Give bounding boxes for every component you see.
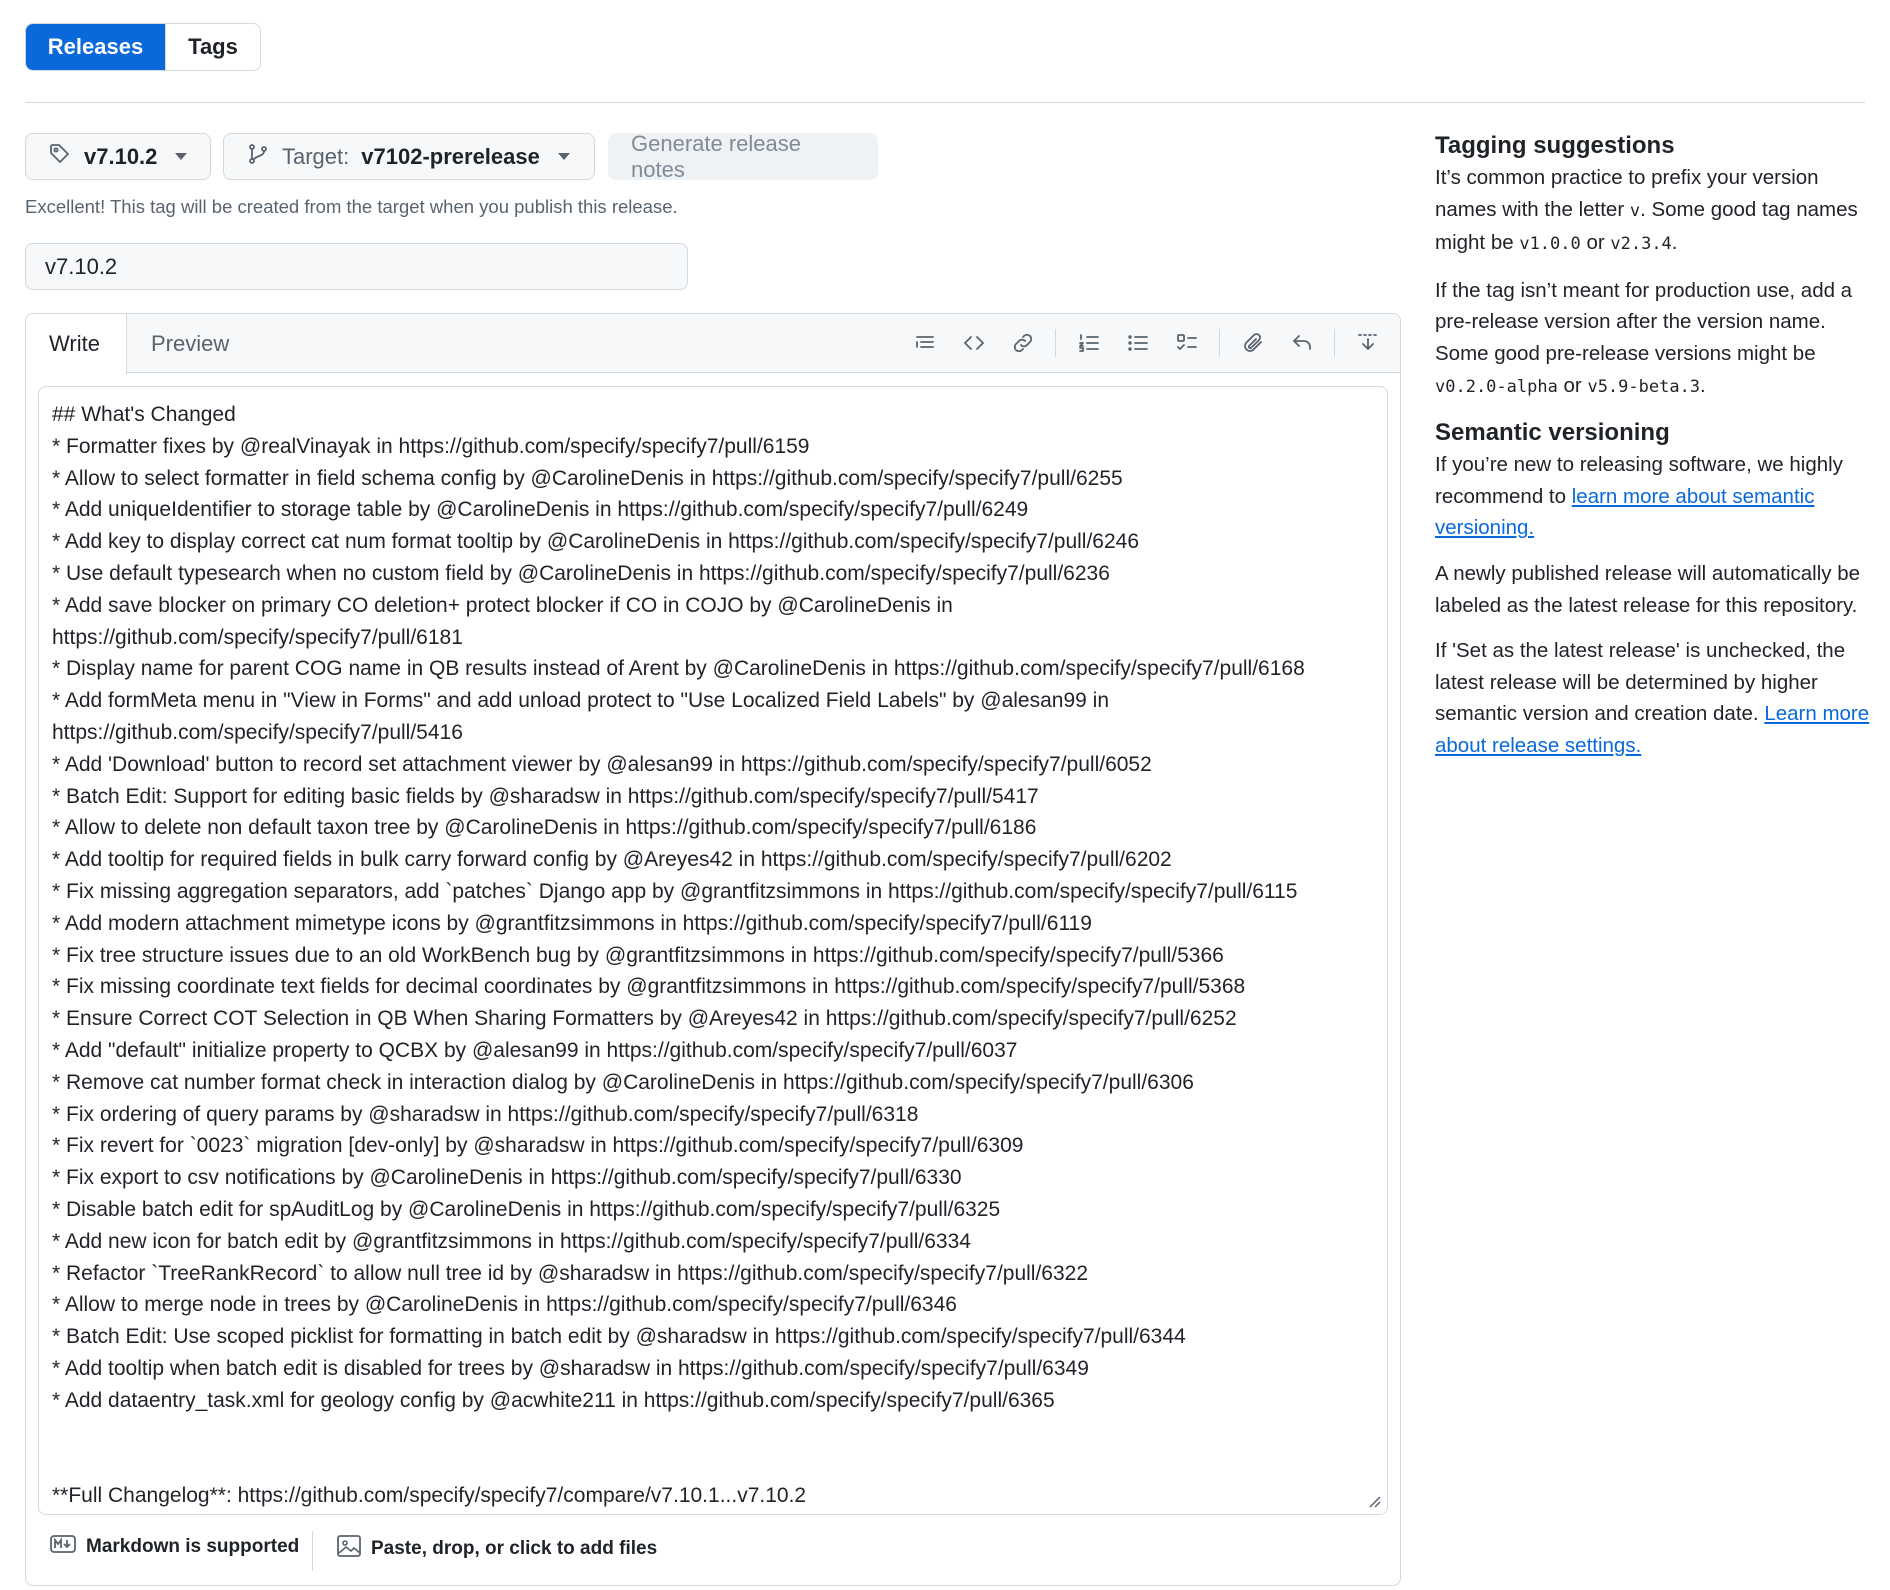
markdown-icon xyxy=(50,1535,76,1559)
release-notes-line: https://github.com/specify/specify7/pull… xyxy=(52,625,463,649)
target-prefix: Target: xyxy=(282,143,350,169)
branch-icon xyxy=(246,142,270,172)
release-notes-editor: Write Preview ## What's Changed * Formatt… xyxy=(25,313,1401,1586)
tagging-paragraph-1: It’s common practice to prefix your vers… xyxy=(1435,166,1858,255)
release-notes-line: * Batch Edit: Use scoped picklist for fo… xyxy=(52,1325,1186,1349)
markdown-supported-link[interactable]: Markdown is supported xyxy=(50,1535,299,1559)
target-select-button[interactable]: Target: v7102-prerelease xyxy=(223,133,595,180)
release-notes-line: https://github.com/specify/specify7/pull… xyxy=(52,720,463,744)
markdown-toolbar xyxy=(892,328,1384,358)
release-notes-line: * Disable batch edit for spAuditLog by @… xyxy=(52,1197,1001,1221)
release-notes-line: * Fix missing coordinate text fields for… xyxy=(52,975,1246,999)
tag-icon xyxy=(48,142,72,172)
release-notes-line: * Refactor `TreeRankRecord` to allow nul… xyxy=(52,1261,1089,1285)
header-divider xyxy=(25,102,1865,103)
release-title-input[interactable]: v7.10.2 xyxy=(25,243,688,290)
release-notes-line: * Add dataentry_task.xml for geology con… xyxy=(52,1388,1055,1412)
releases-tags-toggle: Releases Tags xyxy=(25,23,261,71)
markdown-label: Markdown is supported xyxy=(86,1536,300,1557)
release-notes-textarea[interactable]: ## What's Changed * Formatter fixes by @r… xyxy=(38,386,1388,1515)
toolbar-separator xyxy=(1334,329,1335,357)
release-notes-line: * Add uniqueIdentifier to storage table … xyxy=(52,498,1029,522)
collapse-toolbar-icon[interactable] xyxy=(1351,328,1384,358)
release-notes-line: * Fix export to csv notifications by @Ca… xyxy=(52,1166,962,1190)
release-notes-line: * Add tooltip when batch edit is disable… xyxy=(52,1356,1089,1380)
semver-paragraph-1: If you’re new to releasing software, we … xyxy=(1435,453,1843,540)
undo-icon[interactable] xyxy=(1285,328,1318,358)
resize-handle-icon[interactable] xyxy=(1367,1494,1381,1508)
release-notes-line: * Display name for parent COG name in QB… xyxy=(52,657,1305,681)
tag-select-label: v7.10.2 xyxy=(84,143,158,169)
tab-releases[interactable]: Releases xyxy=(26,24,165,70)
release-notes-line: * Ensure Correct COT Selection in QB Whe… xyxy=(52,1007,1237,1031)
tag-hint: Excellent! This tag will be created from… xyxy=(25,196,678,217)
release-notes-line: * Batch Edit: Support for editing basic … xyxy=(52,784,1039,808)
semantic-versioning-heading: Semantic versioning xyxy=(1435,419,1670,447)
release-notes-line xyxy=(52,1448,1374,1480)
release-notes-line: * Fix tree structure issues due to an ol… xyxy=(52,943,1224,967)
chevron-down-icon xyxy=(175,153,188,160)
semver-paragraph-3: If 'Set as the latest release' is unchec… xyxy=(1435,639,1870,757)
release-notes-line: * Add new icon for batch edit by @grantf… xyxy=(52,1229,971,1253)
toolbar-separator xyxy=(1055,329,1056,357)
tagging-paragraph-2: If the tag isn’t meant for production us… xyxy=(1435,278,1853,397)
semver-paragraph-2: A newly published release will automatic… xyxy=(1435,561,1861,617)
task-list-icon[interactable] xyxy=(1170,328,1203,358)
tag-select-button[interactable]: v7.10.2 xyxy=(25,133,211,180)
release-notes-line: * Add 'Download' button to record set at… xyxy=(52,752,1152,776)
release-notes-body: ## What's Changed * Formatter fixes by @r… xyxy=(52,399,1374,1512)
unordered-list-icon[interactable] xyxy=(1121,328,1154,358)
link-icon[interactable] xyxy=(1006,328,1039,358)
release-notes-line: * Add formMeta menu in "View in Forms" a… xyxy=(52,689,1109,713)
release-notes-line: **Full Changelog**: https://github.com/s… xyxy=(52,1484,807,1508)
tab-tags[interactable]: Tags xyxy=(165,24,260,70)
chevron-down-icon xyxy=(557,153,570,160)
tagging-suggestions-heading: Tagging suggestions xyxy=(1435,132,1675,159)
generate-release-notes-button[interactable]: Generate release notes xyxy=(608,131,878,182)
target-value: v7102-prerelease xyxy=(361,143,540,169)
image-icon xyxy=(337,1535,361,1563)
add-files-button[interactable]: Paste, drop, or click to add files xyxy=(337,1535,657,1563)
tab-write[interactable]: Write xyxy=(26,314,127,374)
add-files-label: Paste, drop, or click to add files xyxy=(371,1538,658,1559)
editor-footer: Markdown is supported Paste, drop, or cl… xyxy=(26,1515,1400,1585)
release-editor-page: Releases Tags v7.10.2 Target: v7102-prer… xyxy=(0,0,1890,1590)
release-notes-line: * Add tooltip for required fields in bul… xyxy=(52,848,1172,872)
release-notes-line: * Use default typesearch when no custom … xyxy=(52,561,1110,585)
toolbar-separator xyxy=(1219,329,1220,357)
footer-separator xyxy=(312,1531,313,1571)
heading-icon[interactable] xyxy=(908,328,941,358)
release-notes-line: * Fix ordering of query params by @shara… xyxy=(52,1102,919,1126)
release-notes-line: * Add save blocker on primary CO deletio… xyxy=(52,593,953,617)
release-notes-line: * Add modern attachment mimetype icons b… xyxy=(52,911,1092,935)
release-notes-line: * Remove cat number format check in inte… xyxy=(52,1070,1194,1094)
release-notes-line: * Fix revert for `0023` migration [dev-o… xyxy=(52,1134,1024,1158)
code-icon[interactable] xyxy=(957,328,990,358)
tab-preview[interactable]: Preview xyxy=(127,314,253,374)
release-notes-line: * Add "default" initialize property to Q… xyxy=(52,1038,1018,1062)
sidebar-help: Tagging suggestions It’s common practice… xyxy=(1435,130,1875,776)
attach-icon[interactable] xyxy=(1236,328,1269,358)
release-notes-line: * Allow to select formatter in field sch… xyxy=(52,466,1123,490)
release-notes-line xyxy=(52,1417,1374,1449)
release-notes-line: * Fix missing aggregation separators, ad… xyxy=(52,879,1298,903)
release-notes-line: * Formatter fixes by @realVinayak in htt… xyxy=(52,434,810,458)
release-notes-line: ## What's Changed xyxy=(52,403,236,426)
release-notes-line: * Add key to display correct cat num for… xyxy=(52,530,1140,554)
release-notes-line: * Allow to delete non default taxon tree… xyxy=(52,816,1037,840)
ordered-list-icon[interactable] xyxy=(1072,328,1105,358)
release-notes-line: * Allow to merge node in trees by @Carol… xyxy=(52,1293,957,1317)
editor-header: Write Preview xyxy=(26,314,1400,374)
